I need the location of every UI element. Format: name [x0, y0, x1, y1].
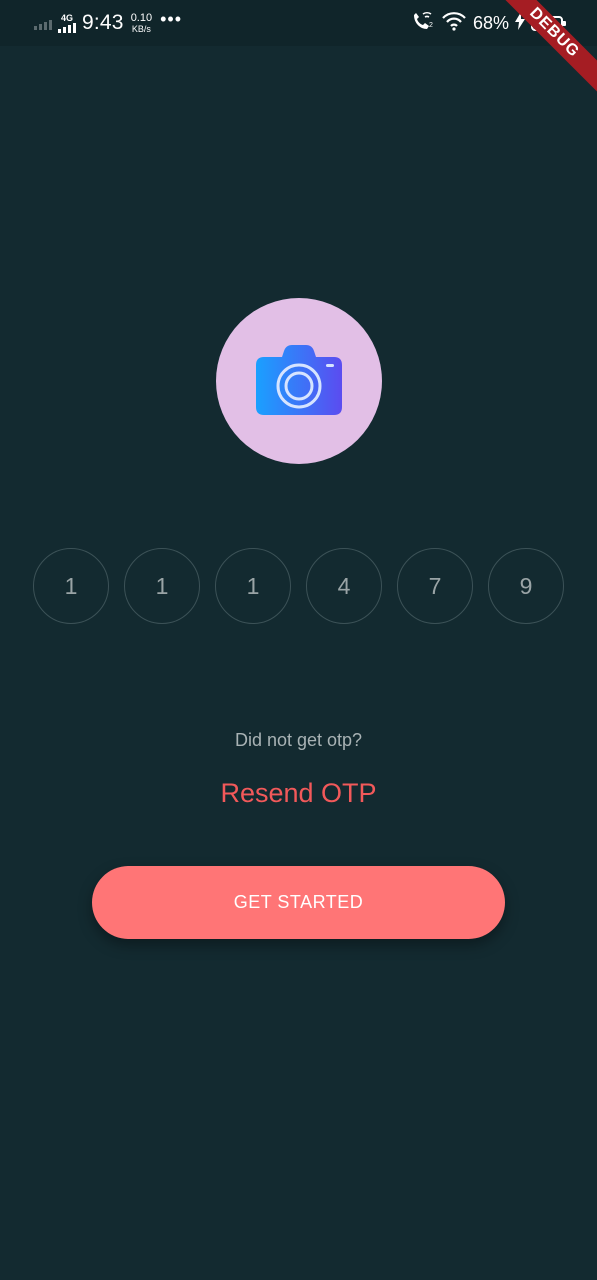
otp-digit-3[interactable]: 1	[215, 548, 291, 624]
status-bar-left: 4G 9:43 0.10 KB/s •••	[34, 8, 182, 38]
network-type-label: 4G	[60, 12, 73, 23]
more-notifications-icon: •••	[160, 9, 183, 29]
screen: 4G 9:43 0.10 KB/s ••• 2 68% DEBUG 1 1 1 …	[0, 0, 597, 1280]
otp-digit-5[interactable]: 7	[397, 548, 473, 624]
otp-digit-4[interactable]: 4	[306, 548, 382, 624]
sim1-signal-icon	[34, 16, 52, 30]
otp-prompt-text: Did not get otp?	[234, 730, 363, 750]
otp-digit-1[interactable]: 1	[33, 548, 109, 624]
sim2-network: 4G	[58, 12, 76, 33]
camera-icon	[254, 345, 344, 417]
otp-input-row: 1 1 1 4 7 9	[33, 548, 564, 626]
sim2-signal-icon	[58, 22, 76, 33]
get-started-button[interactable]: GET STARTED	[92, 866, 505, 939]
profile-photo-picker[interactable]	[216, 298, 382, 464]
status-bar: 4G 9:43 0.10 KB/s ••• 2 68%	[0, 0, 597, 46]
resend-otp-link[interactable]: Resend OTP	[0, 778, 597, 809]
otp-digit-2[interactable]: 1	[124, 548, 200, 624]
status-bar-right: 2 68%	[411, 8, 566, 38]
call-wifi-icon: 2	[411, 11, 435, 36]
svg-text:2: 2	[429, 22, 433, 29]
battery-percent: 68%	[472, 12, 509, 33]
wifi-icon	[441, 11, 467, 36]
network-speed-unit: KB/s	[131, 24, 151, 34]
network-speed: 0.10 KB/s	[131, 12, 152, 34]
network-speed-value: 0.10	[130, 12, 153, 24]
charging-icon	[515, 11, 525, 35]
battery-level	[535, 19, 552, 27]
battery-cap	[563, 20, 566, 26]
battery-icon	[531, 15, 566, 31]
clock: 9:43	[82, 11, 124, 34]
otp-digit-6[interactable]: 9	[488, 548, 564, 624]
